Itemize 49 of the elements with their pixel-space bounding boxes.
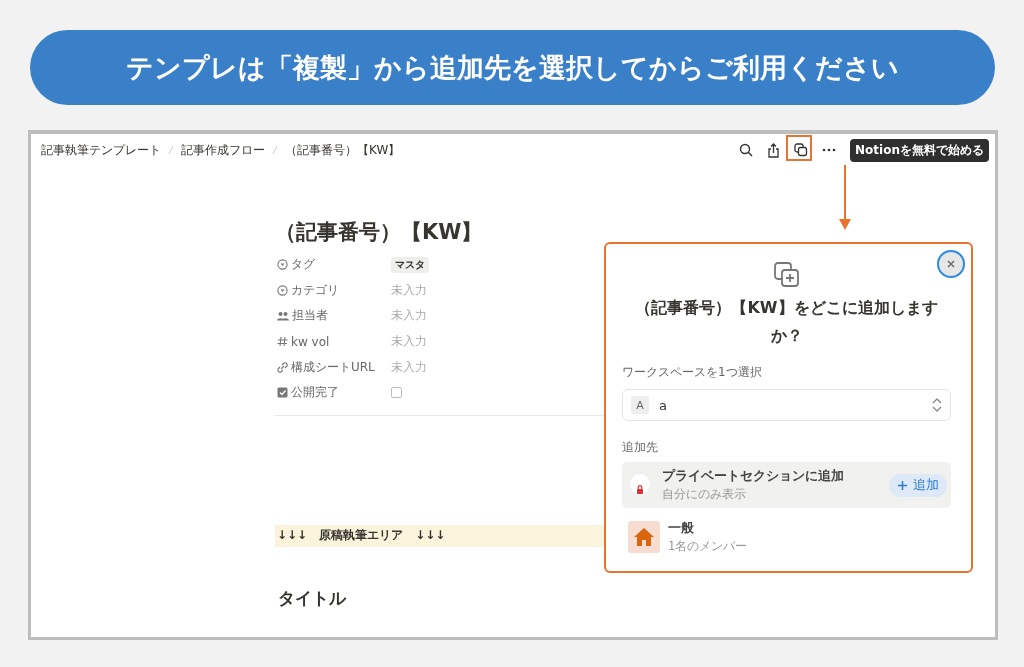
checkbox[interactable] xyxy=(391,387,402,399)
checkbox-icon xyxy=(277,387,288,399)
breadcrumb-link[interactable]: 記事作成フロー xyxy=(181,141,265,159)
arrow-line xyxy=(839,165,851,231)
more-icon[interactable] xyxy=(822,148,837,152)
property-label: カテゴリ xyxy=(291,281,339,299)
banner-text: テンプレは「複製」から追加先を選択してからご利用ください xyxy=(126,50,899,85)
destination-item[interactable]: プライベートセクションに追加 自分にのみ表示 追加 xyxy=(622,462,951,508)
destination-subtitle: 1名のメンバー xyxy=(668,539,749,554)
dropdown-circle-icon xyxy=(277,259,288,271)
field-label: ワークスペースを1つ選択 xyxy=(622,364,763,381)
duplicate-plus-icon xyxy=(773,262,800,288)
share-icon[interactable] xyxy=(767,142,781,158)
people-icon xyxy=(277,311,289,321)
destination-title: 一般 xyxy=(668,520,695,537)
property-label: 公開完了 xyxy=(291,384,339,402)
close-icon xyxy=(946,259,956,269)
chevron-updown-icon xyxy=(932,397,942,413)
breadcrumb-link[interactable]: 記事執筆テンプレート xyxy=(41,141,161,159)
search-icon[interactable] xyxy=(739,143,754,157)
section-label: 追加先 xyxy=(622,439,659,456)
property-label: タグ xyxy=(291,256,315,274)
destination-item[interactable]: 一般 1名のメンバー xyxy=(622,514,951,560)
property-label: 構成シートURL xyxy=(291,358,375,376)
plus-icon xyxy=(897,479,908,491)
destination-subtitle: 自分にのみ表示 xyxy=(662,487,747,502)
add-button[interactable]: 追加 xyxy=(889,473,947,497)
link-icon xyxy=(277,361,288,373)
highlight-frame xyxy=(786,135,813,161)
breadcrumb-separator xyxy=(272,145,278,155)
tag-chip[interactable]: マスタ xyxy=(391,256,429,273)
workspace-select[interactable]: A a xyxy=(622,389,951,421)
page-title: （記事番号）【KW】 xyxy=(275,219,484,246)
breadcrumb-separator xyxy=(168,145,174,155)
property-label: 担当者 xyxy=(292,307,328,325)
start-notion-button[interactable]: Notionを無料で始める xyxy=(850,138,989,162)
dialog-title: （記事番号）【KW】をどこに追加しますか？ xyxy=(634,297,939,347)
dropdown-circle-icon xyxy=(277,284,288,296)
callout-text: ↓↓↓ 原稿執筆エリア ↓↓↓ xyxy=(277,527,446,545)
destination-title: プライベートセクションに追加 xyxy=(662,468,845,485)
hash-icon xyxy=(277,336,288,348)
property-label: kw vol xyxy=(291,334,330,349)
workspace-name: a xyxy=(659,397,668,413)
breadcrumb-link[interactable]: （記事番号）【KW】 xyxy=(285,141,401,159)
close-button[interactable] xyxy=(937,250,965,278)
house-icon xyxy=(628,521,660,553)
section-heading: タイトル xyxy=(278,586,348,610)
duplicate-icon[interactable] xyxy=(794,143,809,157)
workspace-initial: A xyxy=(631,396,649,414)
